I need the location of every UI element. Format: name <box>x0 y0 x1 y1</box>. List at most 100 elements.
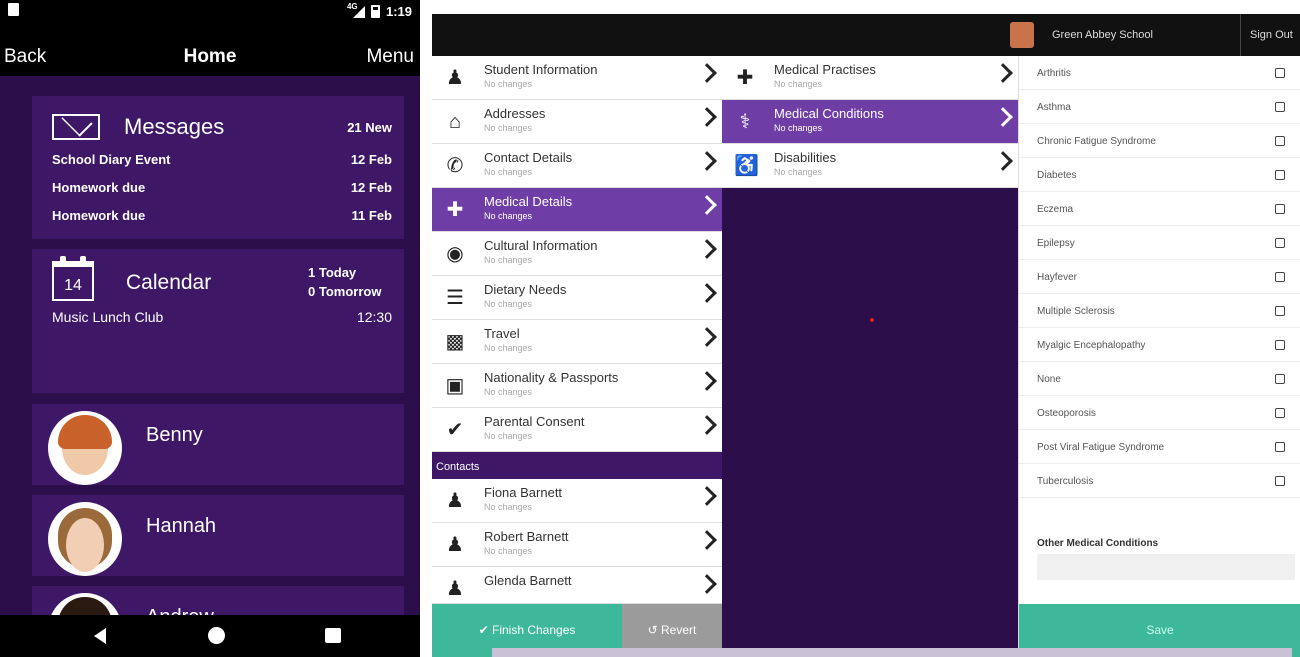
person-icon: ♟ <box>446 67 464 89</box>
checkbox[interactable] <box>1275 68 1285 78</box>
child-card-hannah[interactable]: Hannah <box>32 495 404 576</box>
other-conditions-input[interactable] <box>1037 554 1295 580</box>
menu-button[interactable]: Menu <box>366 46 414 68</box>
menu-item-contact-details[interactable]: ✆ Contact Details No changes <box>432 144 722 188</box>
notification-icon <box>8 3 19 16</box>
chevron-right-icon <box>697 63 717 83</box>
condition-row[interactable]: Diabetes <box>1019 158 1300 192</box>
menu-item-parental-consent[interactable]: ✔ Parental Consent No changes <box>432 408 722 452</box>
wheelchair-icon: ♿ <box>734 155 759 177</box>
menu-item-medical-practises[interactable]: ✚ Medical Practises No changes <box>722 56 1018 100</box>
menu-item-cultural-information[interactable]: ◉ Cultural Information No changes <box>432 232 722 276</box>
android-recents-icon[interactable] <box>325 628 341 643</box>
contact-glenda-barnett[interactable]: ♟ Glenda Barnett <box>432 567 722 604</box>
chevron-right-icon <box>697 371 717 391</box>
messages-card[interactable]: Messages 21 New School Diary Event 12 Fe… <box>32 96 404 239</box>
chevron-right-icon <box>697 195 717 215</box>
horizontal-scrollbar[interactable] <box>492 648 1292 657</box>
envelope-icon <box>52 114 100 140</box>
fork-knife-icon: ☰ <box>446 287 464 309</box>
condition-row[interactable]: Epilepsy <box>1019 226 1300 260</box>
checkbox[interactable] <box>1275 170 1285 180</box>
chevron-right-icon <box>697 283 717 303</box>
avatar <box>48 411 122 485</box>
globe-icon: ◉ <box>446 243 464 265</box>
contact-fiona-barnett[interactable]: ♟ Fiona Barnett No changes <box>432 479 722 523</box>
condition-row[interactable]: Tuberculosis <box>1019 464 1300 498</box>
app-nav-bar: Back Home Menu <box>0 22 420 76</box>
android-back-icon[interactable] <box>94 628 106 644</box>
condition-row[interactable]: Asthma <box>1019 90 1300 124</box>
menu-item-disabilities[interactable]: ♿ Disabilities No changes <box>722 144 1018 188</box>
menu-item-addresses[interactable]: ⌂ Addresses No changes <box>432 100 722 144</box>
checkbox[interactable] <box>1275 102 1285 112</box>
person-pin-icon: ♟ <box>446 490 464 512</box>
chevron-right-icon <box>697 239 717 259</box>
stethoscope-icon: ⚕ <box>739 111 751 133</box>
menu-item-medical-details[interactable]: ✚ Medical Details No changes <box>432 188 722 232</box>
checkbox[interactable] <box>1275 408 1285 418</box>
person-pin-icon: ♟ <box>446 578 464 600</box>
sign-out-button[interactable]: Sign Out <box>1250 29 1293 41</box>
child-name: Benny <box>146 424 203 446</box>
chevron-right-icon <box>697 107 717 127</box>
checkbox[interactable] <box>1275 340 1285 350</box>
calendar-icon: 14 <box>52 256 94 301</box>
avatar <box>48 502 122 576</box>
checkbox[interactable] <box>1275 306 1285 316</box>
plus-cross-icon: ✚ <box>736 67 754 89</box>
condition-row[interactable]: Eczema <box>1019 192 1300 226</box>
check-icon: ✔ <box>446 419 464 441</box>
menu-item-dietary-needs[interactable]: ☰ Dietary Needs No changes <box>432 276 722 320</box>
checkbox[interactable] <box>1275 442 1285 452</box>
top-bar: Green Abbey School Sign Out <box>432 14 1300 56</box>
condition-row[interactable]: Multiple Sclerosis <box>1019 294 1300 328</box>
condition-row[interactable]: Hayfever <box>1019 260 1300 294</box>
chevron-right-icon <box>697 415 717 435</box>
checkbox[interactable] <box>1275 476 1285 486</box>
condition-row[interactable]: Osteoporosis <box>1019 396 1300 430</box>
condition-row[interactable]: Post Viral Fatigue Syndrome <box>1019 430 1300 464</box>
messages-count: 21 New <box>347 120 392 135</box>
message-item[interactable]: Homework due 12 Feb <box>52 180 392 195</box>
chevron-right-icon <box>993 63 1013 83</box>
cursor-dot <box>870 318 874 322</box>
network-type: 4G <box>346 1 358 11</box>
calendar-event[interactable]: Music Lunch Club 12:30 <box>52 309 392 325</box>
phone-screen: 4G 1:19 Back Home Menu Messages 21 New S… <box>0 0 420 657</box>
menu-item-nationality-passports[interactable]: ▣ Nationality & Passports No changes <box>432 364 722 408</box>
clock: 1:19 <box>385 4 412 19</box>
page-title: Home <box>183 46 237 67</box>
message-item[interactable]: School Diary Event 12 Feb <box>52 152 392 167</box>
messages-title: Messages <box>124 114 225 139</box>
tablet-screen: Green Abbey School Sign Out ♟ Student In… <box>432 14 1300 657</box>
car-icon: ▩ <box>445 331 465 353</box>
child-card-benny[interactable]: Benny <box>32 404 404 485</box>
menu-item-student-information[interactable]: ♟ Student Information No changes <box>432 56 722 100</box>
back-button[interactable]: Back <box>4 46 46 68</box>
condition-row[interactable]: Chronic Fatigue Syndrome <box>1019 124 1300 158</box>
android-home-icon[interactable] <box>208 627 225 644</box>
checkbox[interactable] <box>1275 204 1285 214</box>
condition-row[interactable]: None <box>1019 362 1300 396</box>
chevron-right-icon <box>993 151 1013 171</box>
calendar-card[interactable]: 14 Calendar 1 Today 0 Tomorrow Music Lun… <box>32 249 404 393</box>
checkbox[interactable] <box>1275 136 1285 146</box>
other-conditions-label: Other Medical Conditions <box>1037 538 1159 549</box>
chevron-right-icon <box>697 327 717 347</box>
chevron-right-icon <box>697 486 717 506</box>
menu-item-medical-conditions[interactable]: ⚕ Medical Conditions No changes <box>722 100 1018 144</box>
medical-submenu: ✚ Medical Practises No changes ⚕ Medical… <box>722 56 1018 657</box>
checkbox[interactable] <box>1275 374 1285 384</box>
chevron-right-icon <box>993 107 1013 127</box>
menu-item-travel[interactable]: ▩ Travel No changes <box>432 320 722 364</box>
checkbox[interactable] <box>1275 238 1285 248</box>
contacts-header: Contacts <box>436 461 480 473</box>
status-bar: 4G 1:19 <box>0 0 420 22</box>
condition-row[interactable]: Arthritis <box>1019 56 1300 90</box>
checkbox[interactable] <box>1275 272 1285 282</box>
message-item[interactable]: Homework due 11 Feb <box>52 208 392 223</box>
condition-row[interactable]: Myalgic Encephalopathy <box>1019 328 1300 362</box>
contact-robert-barnett[interactable]: ♟ Robert Barnett No changes <box>432 523 722 567</box>
android-nav-bar <box>0 615 420 657</box>
